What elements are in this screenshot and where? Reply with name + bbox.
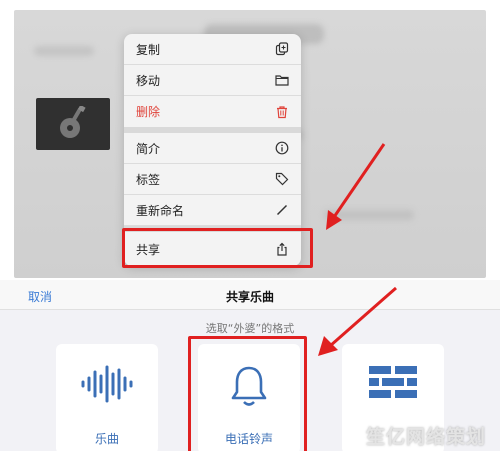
format-option-label: 乐曲	[94, 432, 119, 446]
trash-icon	[277, 105, 287, 118]
menu-item-delete[interactable]: 删除	[124, 96, 301, 127]
album-artwork[interactable]	[36, 98, 110, 150]
share-sheet-header: 取消 共享乐曲	[0, 280, 500, 310]
card-icon-wrap	[56, 364, 158, 404]
menu-item-label: 简介	[136, 141, 161, 156]
menu-item-copy[interactable]: 复制	[124, 34, 301, 65]
menu-item-move[interactable]: 移动	[124, 65, 301, 96]
pencil-icon	[276, 204, 288, 216]
guitar-icon	[60, 106, 86, 138]
copy-icon	[275, 42, 289, 56]
folder-icon	[275, 75, 289, 86]
share-sheet-title: 共享乐曲	[225, 290, 274, 304]
menu-item-label: 删除	[136, 105, 161, 119]
format-prompt: 选取“外婆”的格式	[205, 322, 295, 335]
brick-icon	[369, 366, 417, 398]
share-highlight-box	[122, 228, 313, 268]
waveform-icon	[81, 365, 133, 403]
blurred-line	[34, 46, 94, 56]
red-arrow-icon	[318, 286, 397, 356]
watermark: 笙亿网络策划	[366, 426, 487, 448]
ringtone-highlight-box	[188, 336, 307, 451]
menu-item-label: 复制	[136, 42, 161, 57]
menu-item-rename[interactable]: 重新命名	[124, 195, 301, 226]
tag-icon	[275, 172, 289, 186]
format-option-song[interactable]: 乐曲	[56, 344, 158, 451]
card-icon-wrap	[342, 364, 444, 400]
menu-item-tags[interactable]: 标签	[124, 164, 301, 195]
menu-item-info[interactable]: 简介	[124, 133, 301, 164]
red-arrow-icon	[326, 143, 386, 230]
menu-item-label: 移动	[136, 73, 161, 88]
info-icon	[275, 141, 289, 155]
menu-item-label: 重新命名	[136, 203, 185, 218]
menu-item-label: 标签	[136, 172, 161, 187]
